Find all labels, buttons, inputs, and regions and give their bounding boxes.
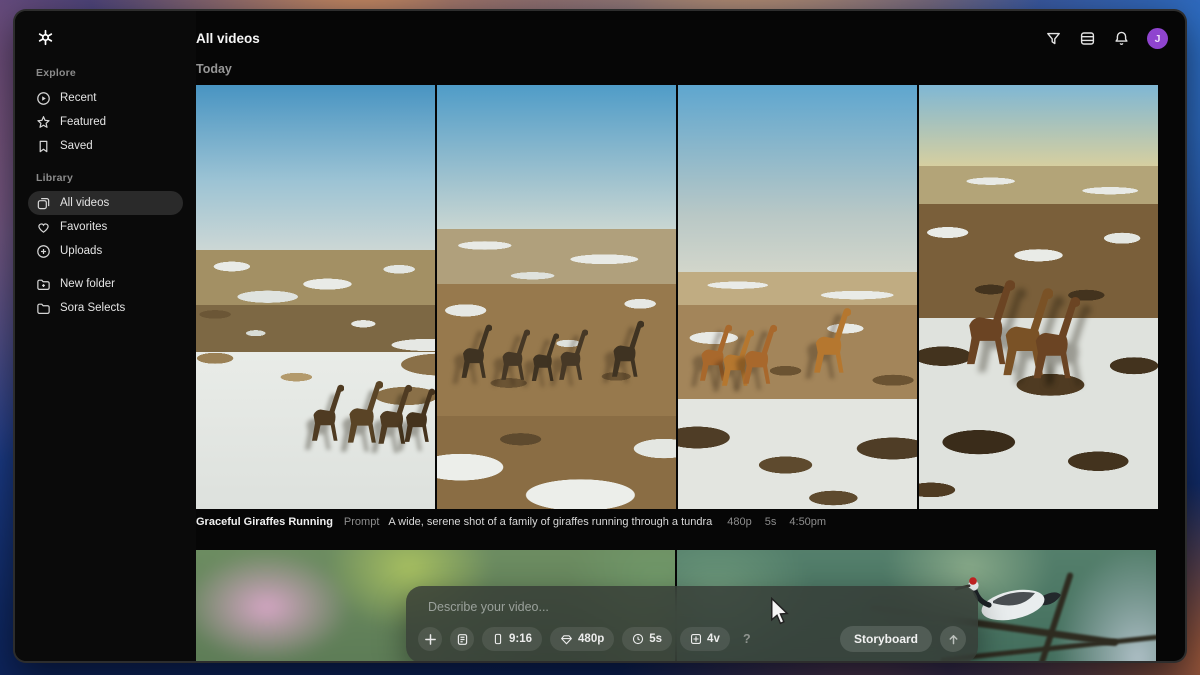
sidebar-item-label: Favorites (60, 221, 108, 233)
sidebar-item-new-folder[interactable]: New folder (28, 272, 183, 296)
sidebar-item-all-videos[interactable]: All videos (28, 191, 183, 215)
openai-logo-icon (36, 28, 55, 47)
video-timestamp: 4:50pm (789, 516, 827, 528)
section-label-library: Library (36, 172, 73, 184)
giraffe-silhouette (743, 325, 778, 385)
sidebar-item-label: Sora Selects (60, 302, 126, 314)
grid-icon (690, 633, 702, 645)
plus-circle-icon (36, 244, 51, 259)
video-variant-2[interactable] (437, 85, 676, 509)
giraffe-silhouette (311, 384, 344, 441)
star-icon (36, 115, 51, 130)
page-title: All videos (196, 31, 260, 46)
resolution-button[interactable]: 480p (550, 627, 615, 651)
list-view-icon[interactable] (1079, 30, 1096, 47)
presets-button[interactable] (450, 627, 474, 651)
folder-plus-icon (36, 277, 51, 292)
preset-card-icon (456, 633, 469, 646)
video-caption: Graceful Giraffes Running Prompt A wide,… (196, 516, 826, 528)
duration-button[interactable]: 5s (622, 627, 673, 651)
plus-icon (424, 633, 437, 646)
composer-controls: 9:16 480p 5s 4v ? Storyboard (418, 626, 966, 652)
stack-icon (36, 196, 51, 211)
aspect-ratio-value: 9:16 (509, 633, 533, 645)
storyboard-button[interactable]: Storyboard (839, 626, 932, 652)
video-title: Graceful Giraffes Running (196, 516, 333, 528)
folder-icon (36, 301, 51, 316)
sidebar-item-recent[interactable]: Recent (28, 86, 183, 110)
mouse-cursor (769, 597, 791, 627)
clock-icon (632, 633, 644, 645)
video-variant-1[interactable] (196, 85, 435, 509)
sidebar-item-saved[interactable]: Saved (28, 134, 183, 158)
sidebar-item-featured[interactable]: Featured (28, 110, 183, 134)
giraffe-silhouette (461, 325, 492, 379)
sidebar-item-label: Saved (60, 140, 93, 152)
variations-value: 4v (707, 633, 720, 645)
gem-icon (560, 633, 573, 646)
play-circle-icon (36, 91, 51, 106)
sidebar-item-label: Uploads (60, 245, 103, 257)
prompt-composer: 9:16 480p 5s 4v ? Sto (406, 586, 978, 661)
date-group-label: Today (196, 62, 232, 76)
sidebar-item-sora-selects[interactable]: Sora Selects (28, 296, 183, 320)
variations-button[interactable]: 4v (680, 627, 730, 651)
video-variant-row (196, 85, 1158, 509)
giraffe-silhouette (612, 320, 645, 377)
sidebar-item-label: All videos (60, 197, 110, 209)
sidebar-item-uploads[interactable]: Uploads (28, 239, 183, 263)
sidebar-item-label: New folder (60, 278, 115, 290)
arrow-up-icon (947, 633, 960, 646)
sidebar-item-label: Recent (60, 92, 97, 104)
video-resolution: 480p (727, 516, 752, 528)
giraffe-silhouette (558, 329, 588, 380)
main-content: All videos J Today Graceful Giraffes Run… (196, 11, 1185, 661)
submit-button[interactable] (940, 626, 966, 652)
giraffe-silhouette (1033, 296, 1080, 378)
sora-app-window: Explore Recent Featured Saved Library Al… (13, 9, 1187, 663)
heart-icon (36, 220, 51, 235)
filter-icon[interactable] (1045, 30, 1062, 47)
video-variant-3[interactable] (678, 85, 917, 509)
giraffe-silhouette (813, 308, 851, 374)
prompt-label: Prompt (343, 516, 380, 528)
bookmark-icon (36, 139, 51, 154)
video-prompt-text: A wide, serene shot of a family of giraf… (388, 516, 713, 528)
notifications-icon[interactable] (1113, 30, 1130, 47)
help-button[interactable]: ? (738, 632, 756, 646)
video-duration: 5s (764, 516, 777, 528)
aspect-ratio-button[interactable]: 9:16 (482, 627, 543, 651)
sidebar: Explore Recent Featured Saved Library Al… (15, 11, 196, 661)
duration-value: 5s (649, 633, 663, 645)
avatar[interactable]: J (1147, 28, 1168, 49)
section-label-explore: Explore (36, 67, 76, 79)
sidebar-item-favorites[interactable]: Favorites (28, 215, 183, 239)
resolution-value: 480p (578, 633, 605, 645)
giraffe-silhouette (404, 388, 435, 442)
sidebar-item-label: Featured (60, 116, 107, 128)
video-variant-4[interactable] (919, 85, 1158, 509)
add-media-button[interactable] (418, 627, 442, 651)
phone-portrait-icon (492, 633, 504, 645)
topbar-actions: J (1045, 28, 1168, 49)
